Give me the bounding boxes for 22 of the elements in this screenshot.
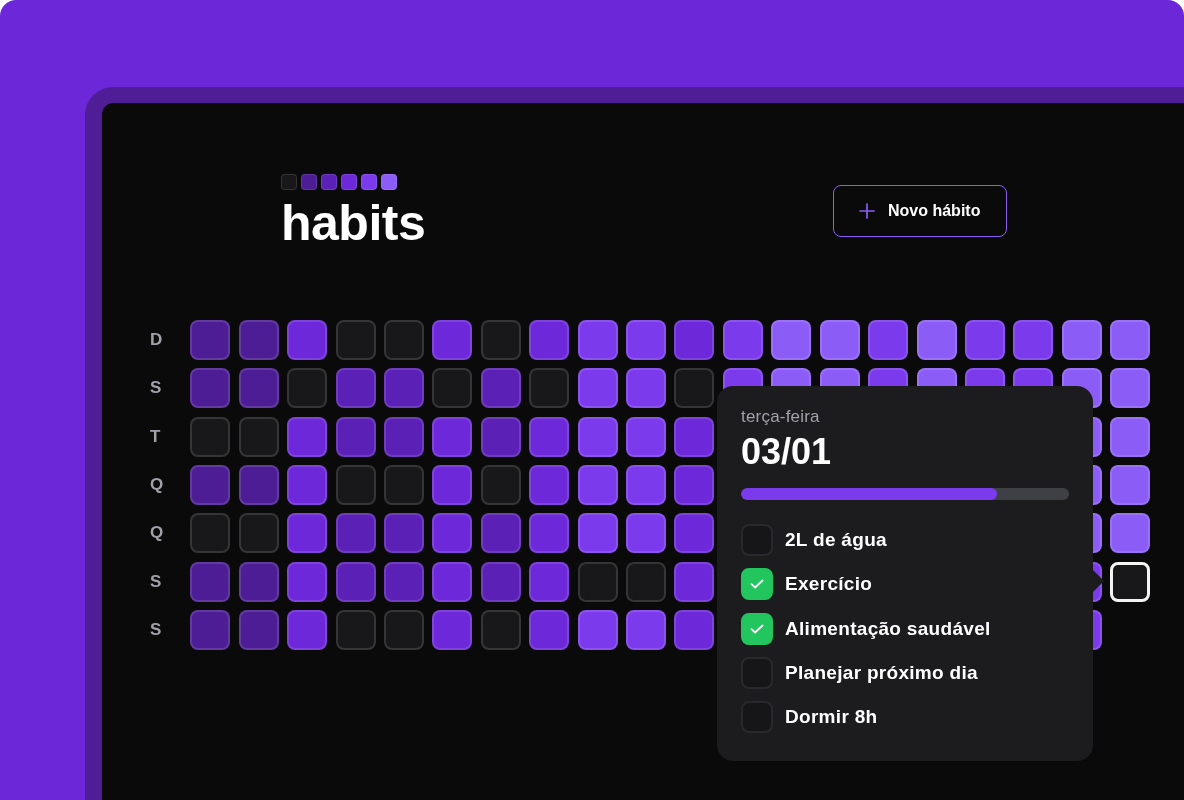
- day-label: S: [149, 571, 163, 592]
- check-icon: [750, 623, 764, 634]
- habit-label: Planejar próximo dia: [785, 661, 978, 684]
- checkbox[interactable]: [741, 568, 773, 601]
- app-title: habits: [281, 196, 426, 251]
- new-habit-button[interactable]: Novo hábito: [833, 184, 1007, 237]
- day-cell[interactable]: [1110, 561, 1151, 602]
- habit-label: Dormir 8h: [785, 706, 878, 729]
- day-label: S: [149, 378, 163, 399]
- checkbox[interactable]: [741, 612, 773, 645]
- plus-icon: [859, 202, 875, 219]
- habit-label: Alimentação saudável: [785, 617, 991, 640]
- habit-label: 2L de água: [785, 529, 887, 551]
- day-label: T: [149, 426, 162, 447]
- date-heading: 03/01: [741, 432, 833, 472]
- day-label: D: [149, 330, 164, 350]
- check-icon: [750, 579, 764, 590]
- day-label: S: [149, 619, 163, 640]
- day-label: Q: [149, 475, 165, 495]
- habit-label: Exercício: [785, 573, 873, 596]
- weekday-label: terça-feira: [741, 408, 821, 426]
- day-label: Q: [149, 523, 165, 544]
